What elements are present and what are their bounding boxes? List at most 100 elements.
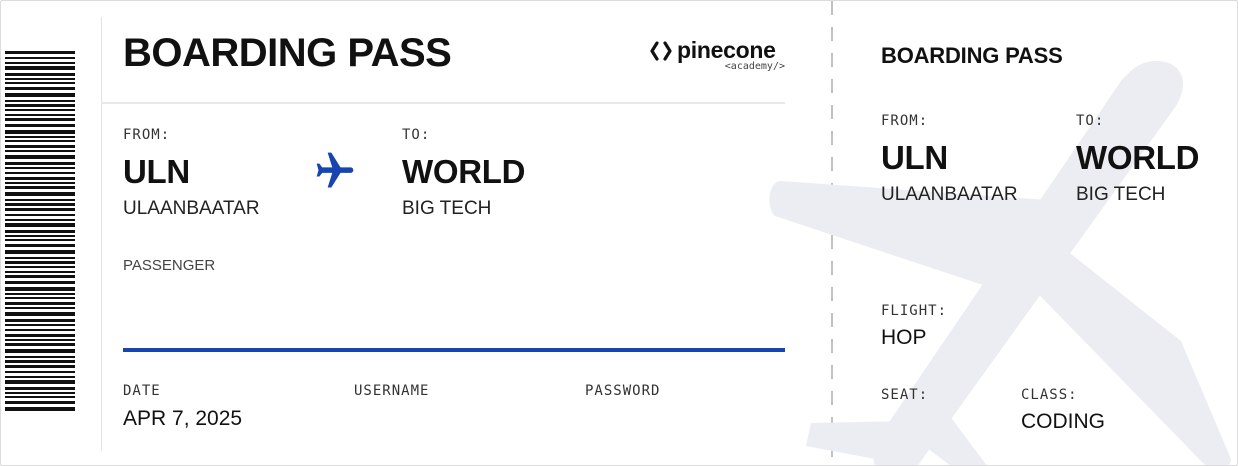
barcode-stripe bbox=[5, 293, 75, 295]
boarding-pass: BOARDING PASS pinecone <academy/> FROM: … bbox=[0, 0, 1238, 466]
stub-from-label: FROM: bbox=[881, 113, 929, 129]
barcode-stripe bbox=[5, 114, 75, 116]
barcode-stripe bbox=[5, 124, 75, 127]
barcode-stripe bbox=[5, 150, 75, 152]
barcode-stripe bbox=[5, 162, 75, 165]
barcode-stripe bbox=[5, 266, 75, 268]
barcode-stripe bbox=[5, 380, 75, 384]
date-value: APR 7, 2025 bbox=[123, 407, 243, 430]
barcode-stripe bbox=[5, 349, 75, 353]
barcode-stripe bbox=[5, 208, 75, 211]
barcode-stripe bbox=[5, 356, 75, 358]
page-title: BOARDING PASS bbox=[123, 31, 452, 75]
barcode-stripe bbox=[5, 199, 75, 201]
airplane-icon bbox=[316, 152, 354, 188]
barcode-stripe bbox=[5, 203, 75, 206]
stub-to-code: WORLD bbox=[1076, 139, 1200, 176]
stub-title: BOARDING PASS bbox=[881, 43, 1063, 68]
barcode-stripe bbox=[5, 396, 75, 398]
pinecone-logo-icon bbox=[650, 41, 672, 61]
barcode-stripe bbox=[5, 244, 75, 247]
barcode-stripe bbox=[5, 324, 75, 326]
barcode-stripe bbox=[5, 334, 75, 337]
to-label: TO: bbox=[402, 127, 431, 143]
barcode-stripe bbox=[5, 319, 75, 322]
barcode-stripe bbox=[5, 312, 75, 316]
barcode-stripe bbox=[5, 275, 75, 278]
barcode-stripe bbox=[5, 57, 75, 59]
barcode-stripe bbox=[5, 307, 75, 309]
barcode-stripe bbox=[5, 250, 75, 254]
barcode-stripe bbox=[5, 297, 75, 299]
barcode-stripe bbox=[5, 392, 75, 394]
barcode-stripe bbox=[5, 155, 75, 159]
stub-to-city: BIG TECH bbox=[1076, 184, 1166, 205]
password-label: PASSWORD bbox=[585, 383, 661, 399]
barcode-stripe bbox=[5, 167, 75, 169]
barcode-stripe bbox=[5, 145, 75, 148]
from-city: ULAANBAATAR bbox=[123, 198, 260, 219]
barcode-stripe bbox=[5, 339, 75, 341]
passenger-underline bbox=[123, 348, 785, 352]
barcode-stripe bbox=[5, 387, 75, 390]
barcode-stripe bbox=[5, 172, 75, 174]
class-value: CODING bbox=[1021, 410, 1105, 433]
barcode-stripe bbox=[5, 230, 75, 233]
barcode-stripe bbox=[5, 93, 75, 97]
barcode-stripe bbox=[5, 214, 75, 216]
barcode-stripe bbox=[5, 257, 75, 259]
from-label: FROM: bbox=[123, 127, 171, 143]
barcode-stripe bbox=[5, 78, 75, 80]
barcode-divider bbox=[101, 17, 102, 451]
seat-label: SEAT: bbox=[881, 387, 929, 403]
stub-to-label: TO: bbox=[1076, 113, 1105, 129]
to-code: WORLD bbox=[402, 153, 526, 190]
barcode-stripe bbox=[5, 376, 75, 378]
stub-from-city: ULAANBAATAR bbox=[881, 184, 1018, 205]
barcode-stripe bbox=[5, 360, 75, 363]
barcode bbox=[5, 51, 75, 417]
barcode-stripe bbox=[5, 365, 75, 368]
barcode-stripe bbox=[5, 329, 75, 331]
barcode-stripe bbox=[5, 343, 75, 346]
barcode-stripe bbox=[5, 401, 75, 404]
passenger-label: PASSENGER bbox=[123, 257, 216, 274]
barcode-stripe bbox=[5, 82, 75, 84]
barcode-stripe bbox=[5, 104, 75, 107]
barcode-stripe bbox=[5, 66, 75, 70]
barcode-stripe bbox=[5, 118, 75, 121]
barcode-stripe bbox=[5, 182, 75, 184]
barcode-stripe bbox=[5, 51, 75, 54]
barcode-stripe bbox=[5, 287, 75, 291]
barcode-stripe bbox=[5, 130, 75, 134]
barcode-stripe bbox=[5, 109, 75, 111]
barcode-stripe bbox=[5, 140, 75, 142]
header-divider bbox=[101, 102, 785, 104]
barcode-stripe bbox=[5, 186, 75, 189]
to-city: BIG TECH bbox=[402, 198, 492, 219]
barcode-stripe bbox=[5, 281, 75, 284]
flight-label: FLIGHT: bbox=[881, 303, 948, 319]
barcode-stripe bbox=[5, 271, 75, 273]
flight-value: HOP bbox=[881, 326, 927, 349]
barcode-stripe bbox=[5, 136, 75, 138]
barcode-stripe bbox=[5, 407, 75, 411]
barcode-stripe bbox=[5, 302, 75, 305]
class-label: CLASS: bbox=[1021, 387, 1078, 403]
from-code: ULN bbox=[123, 153, 190, 190]
stub-from-code: ULN bbox=[881, 139, 948, 176]
barcode-stripe bbox=[5, 62, 75, 64]
barcode-stripe bbox=[5, 73, 75, 76]
barcode-stripe bbox=[5, 219, 75, 221]
date-label: DATE bbox=[123, 383, 161, 399]
barcode-stripe bbox=[5, 371, 75, 373]
barcode-stripe bbox=[5, 261, 75, 264]
barcode-stripe bbox=[5, 239, 75, 241]
barcode-stripe bbox=[5, 87, 75, 90]
barcode-stripe bbox=[5, 223, 75, 227]
barcode-stripe bbox=[5, 235, 75, 237]
barcode-stripe bbox=[5, 100, 75, 102]
airplane-watermark-icon bbox=[769, 61, 1231, 465]
username-label: USERNAME bbox=[354, 383, 430, 399]
barcode-stripe bbox=[5, 177, 75, 180]
